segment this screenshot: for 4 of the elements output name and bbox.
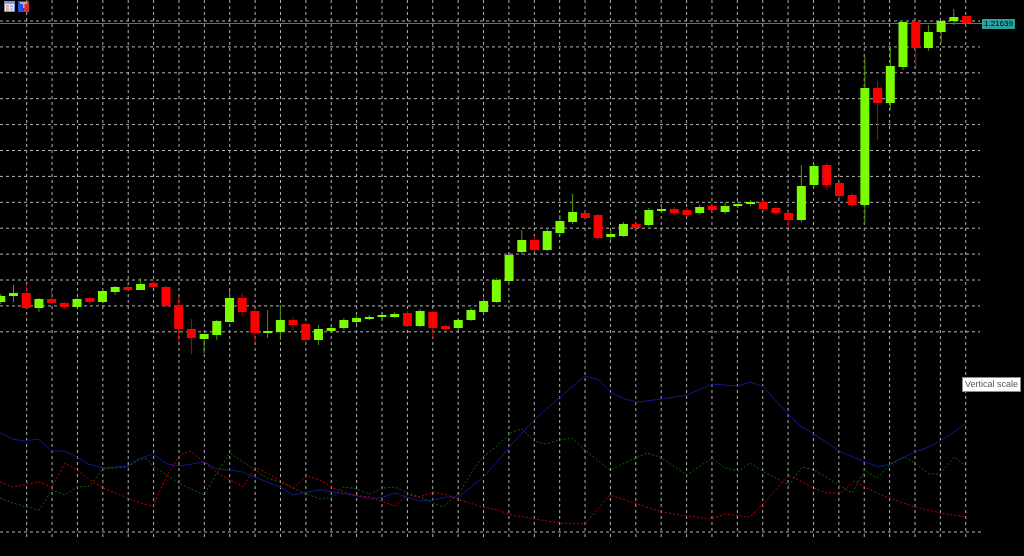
split-tile-icon[interactable] (18, 1, 29, 12)
tooltip: Vertical scale (962, 377, 1022, 392)
window-grid-icon[interactable] (4, 1, 15, 12)
price-label: 1.21639 (982, 19, 1015, 29)
